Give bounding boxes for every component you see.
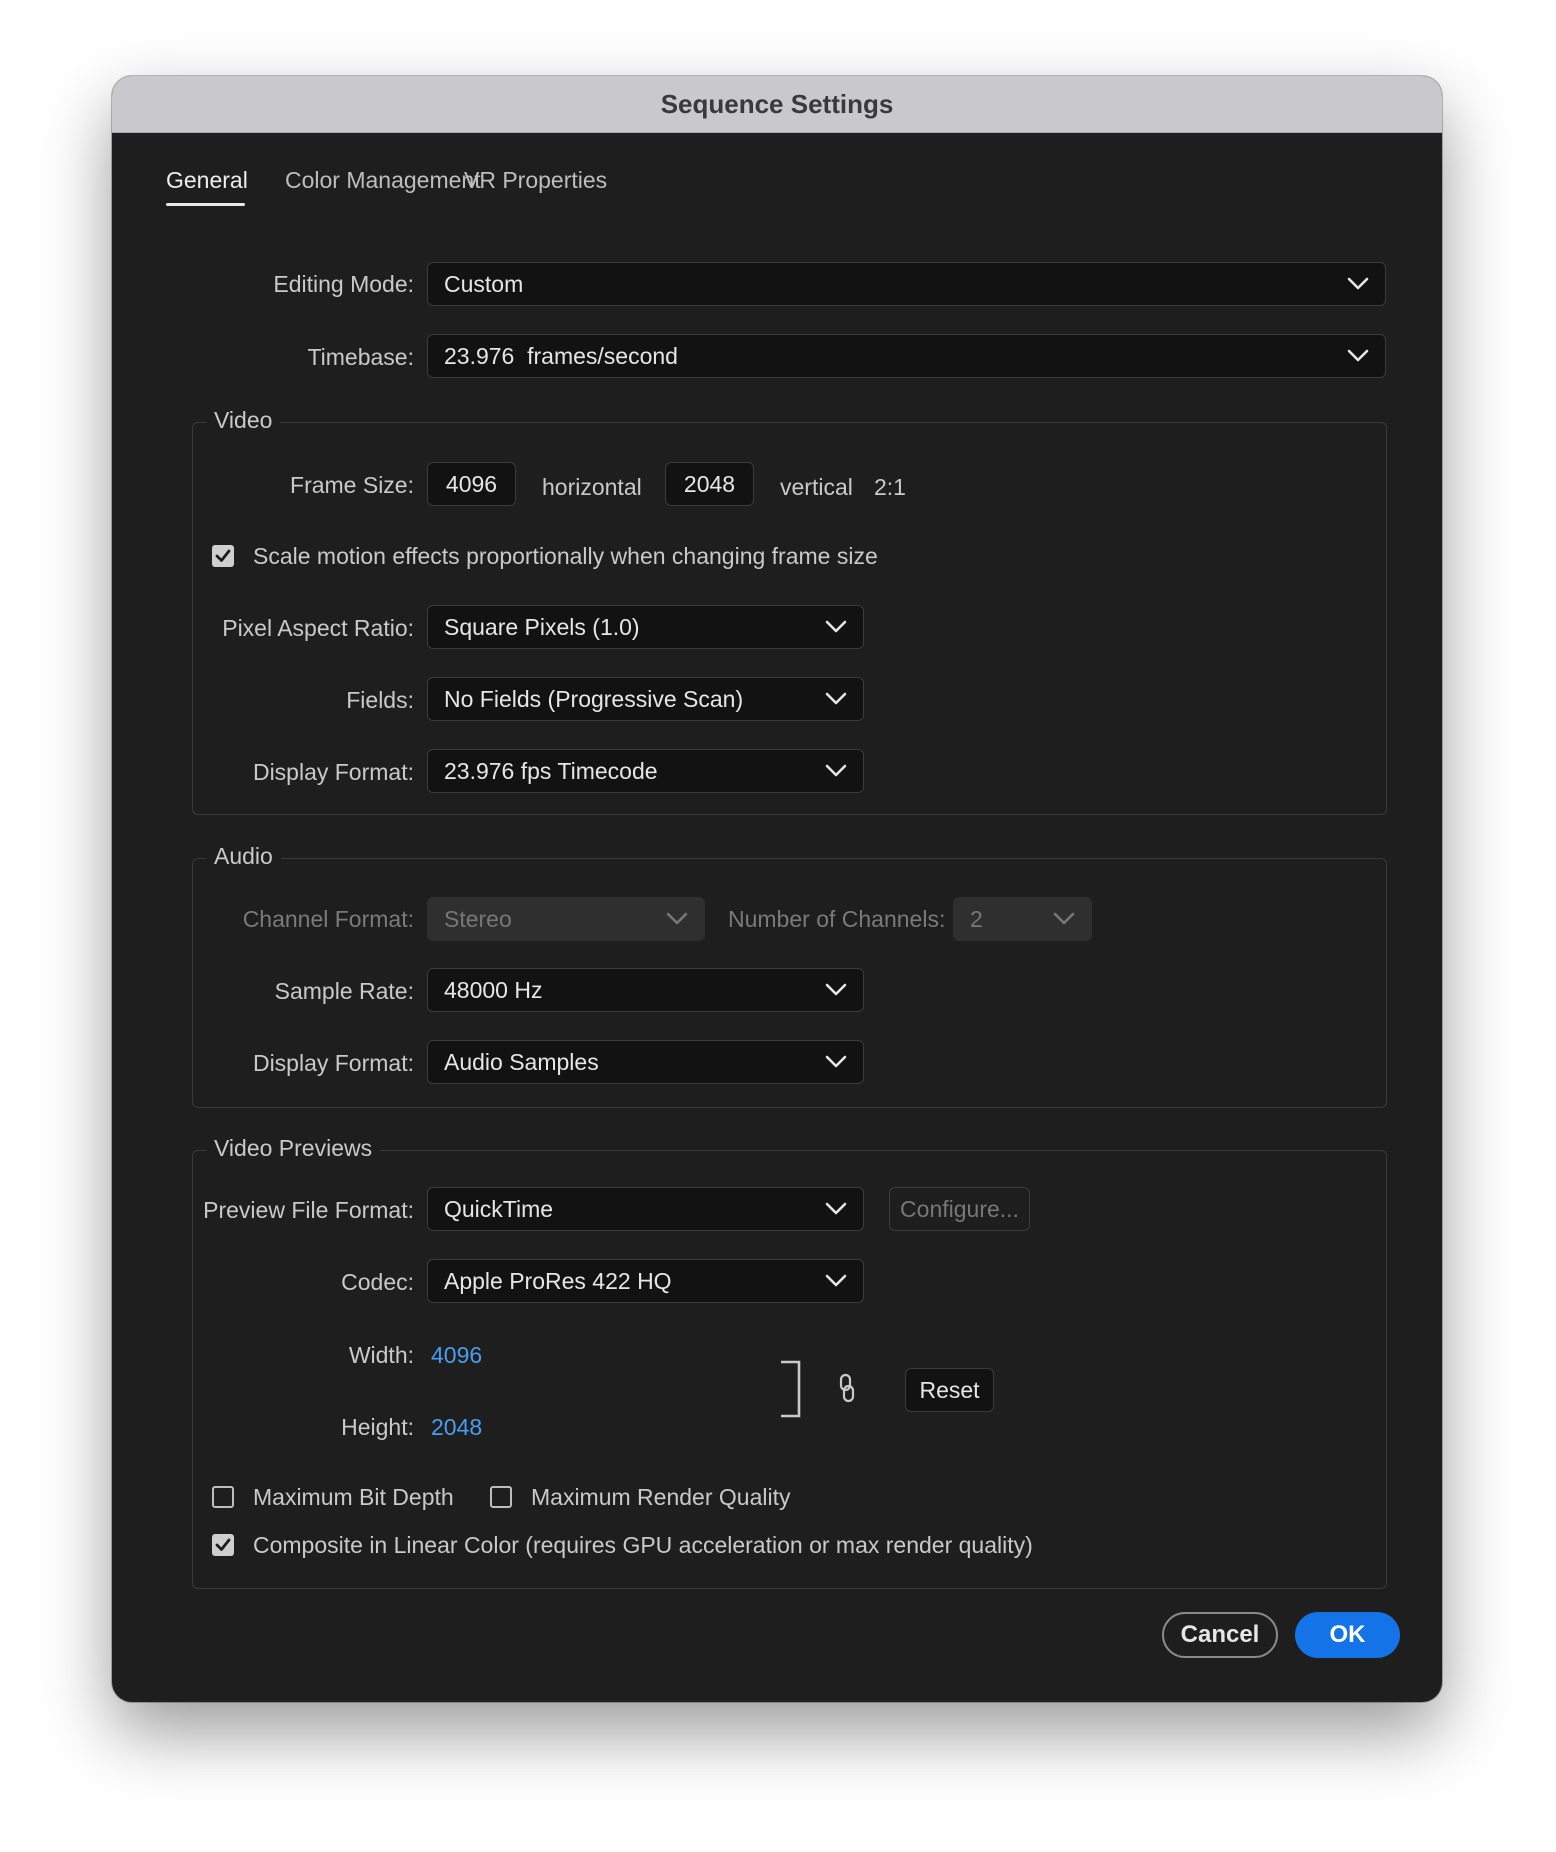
max-render-quality-label: Maximum Render Quality — [531, 1484, 791, 1510]
chevron-down-icon — [825, 983, 847, 997]
max-render-quality-checkbox[interactable] — [490, 1486, 512, 1508]
editing-mode-label: Editing Mode: — [273, 271, 414, 297]
timebase-value: 23.976 frames/second — [444, 342, 678, 369]
preview-file-format-value: QuickTime — [444, 1195, 554, 1222]
codec-dropdown[interactable]: Apple ProRes 422 HQ — [427, 1259, 864, 1303]
video-display-format-dropdown[interactable]: 23.976 fps Timecode — [427, 749, 864, 793]
codec-label: Codec: — [341, 1269, 414, 1295]
number-of-channels-value: 2 — [970, 905, 983, 932]
preview-height-value[interactable]: 2048 — [431, 1404, 482, 1450]
timebase-dropdown[interactable]: 23.976 frames/second — [427, 334, 1386, 378]
number-of-channels-dropdown: 2 — [953, 897, 1092, 941]
composite-linear-label: Composite in Linear Color (requires GPU … — [253, 1532, 1033, 1558]
tab-color-management[interactable]: Color Management — [285, 167, 481, 194]
chevron-down-icon — [825, 692, 847, 706]
fields-label: Fields: — [346, 687, 414, 713]
channel-format-label: Channel Format: — [242, 906, 414, 932]
editing-mode-dropdown[interactable]: Custom — [427, 262, 1386, 306]
chevron-down-icon — [825, 620, 847, 634]
sequence-settings-dialog: Sequence Settings General Color Manageme… — [112, 76, 1442, 1702]
tab-general[interactable]: General — [166, 167, 248, 194]
chevron-down-icon — [825, 1274, 847, 1288]
scale-motion-checkbox[interactable] — [212, 545, 234, 567]
tab-vr-properties[interactable]: VR Properties — [464, 167, 607, 194]
preview-file-format-label: Preview File Format: — [203, 1197, 414, 1223]
audio-display-format-label: Display Format: — [252, 1050, 414, 1076]
frame-height-input[interactable]: 2048 — [665, 462, 754, 506]
horizontal-label: horizontal — [542, 474, 642, 500]
preview-width-label: Width: — [348, 1342, 414, 1368]
checkmark-icon — [215, 549, 231, 562]
fields-value: No Fields (Progressive Scan) — [444, 685, 744, 712]
video-previews-legend: Video Previews — [206, 1135, 381, 1162]
chevron-down-icon — [1347, 349, 1369, 363]
codec-value: Apple ProRes 422 HQ — [444, 1267, 672, 1294]
vertical-label: vertical — [780, 474, 853, 500]
configure-button: Configure... — [889, 1187, 1030, 1231]
sample-rate-value: 48000 Hz — [444, 976, 543, 1003]
frame-size-label: Frame Size: — [290, 472, 414, 498]
pixel-aspect-ratio-label: Pixel Aspect Ratio: — [222, 615, 414, 641]
ok-button[interactable]: OK — [1295, 1612, 1400, 1658]
channel-format-value: Stereo — [444, 905, 512, 932]
active-tab-indicator — [166, 203, 245, 206]
window-title: Sequence Settings — [112, 76, 1442, 133]
audio-display-format-value: Audio Samples — [444, 1048, 599, 1075]
checkmark-icon — [215, 1538, 231, 1551]
cancel-button[interactable]: Cancel — [1162, 1612, 1278, 1658]
pixel-aspect-ratio-dropdown[interactable]: Square Pixels (1.0) — [427, 605, 864, 649]
reset-button[interactable]: Reset — [905, 1368, 994, 1412]
preview-file-format-dropdown[interactable]: QuickTime — [427, 1187, 864, 1231]
audio-legend: Audio — [206, 843, 281, 870]
scale-motion-label: Scale motion effects proportionally when… — [253, 543, 878, 569]
chevron-down-icon — [825, 764, 847, 778]
aspect-ratio-readout: 2:1 — [874, 474, 906, 500]
preview-height-label: Height: — [341, 1414, 414, 1440]
frame-width-input[interactable]: 4096 — [427, 462, 516, 506]
preview-width-value[interactable]: 4096 — [431, 1332, 482, 1378]
number-of-channels-label: Number of Channels: — [728, 906, 946, 932]
max-bit-depth-checkbox[interactable] — [212, 1486, 234, 1508]
chevron-down-icon — [825, 1202, 847, 1216]
editing-mode-value: Custom — [444, 270, 524, 297]
video-legend: Video — [206, 407, 281, 434]
chevron-down-icon — [825, 1055, 847, 1069]
timebase-label: Timebase: — [307, 344, 414, 370]
video-display-format-value: 23.976 fps Timecode — [444, 757, 658, 784]
audio-display-format-dropdown[interactable]: Audio Samples — [427, 1040, 864, 1084]
chevron-down-icon — [1053, 912, 1075, 926]
fields-dropdown[interactable]: No Fields (Progressive Scan) — [427, 677, 864, 721]
sample-rate-label: Sample Rate: — [274, 978, 414, 1004]
composite-linear-checkbox[interactable] — [212, 1534, 234, 1556]
chevron-down-icon — [666, 912, 688, 926]
max-bit-depth-label: Maximum Bit Depth — [253, 1484, 454, 1510]
pixel-aspect-ratio-value: Square Pixels (1.0) — [444, 613, 640, 640]
video-display-format-label: Display Format: — [252, 759, 414, 785]
link-chain-icon[interactable] — [838, 1373, 856, 1408]
bracket-icon — [779, 1360, 803, 1423]
chevron-down-icon — [1347, 277, 1369, 291]
channel-format-dropdown: Stereo — [427, 897, 705, 941]
dialog-content: General Color Management VR Properties E… — [112, 133, 1442, 1702]
sample-rate-dropdown[interactable]: 48000 Hz — [427, 968, 864, 1012]
